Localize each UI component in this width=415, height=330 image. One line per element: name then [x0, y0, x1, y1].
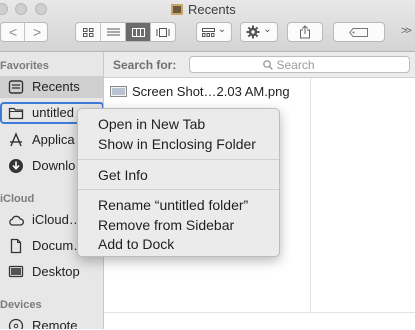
sidebar-item-label: untitled: [32, 105, 74, 120]
menu-item-open-in-new-tab[interactable]: Open in New Tab: [98, 116, 205, 132]
window-toolbar: Recents < > ⌄ ⌄ >>: [0, 0, 415, 52]
chevron-down-icon: ⌄: [263, 24, 272, 35]
documents-icon: [10, 238, 22, 254]
sidebar-item-label: iCloud…: [32, 212, 82, 227]
folder-icon: [8, 107, 24, 120]
menu-item-rename[interactable]: Rename “untitled folder”: [98, 197, 248, 213]
sidebar-item-label: Applica: [32, 132, 75, 147]
back-button[interactable]: <: [9, 24, 17, 40]
recents-icon: [8, 80, 24, 94]
gear-icon: [246, 25, 260, 39]
column-divider[interactable]: [310, 78, 311, 329]
chevron-down-icon: ⌄: [217, 24, 227, 35]
forward-button[interactable]: >: [33, 24, 41, 40]
downloads-icon: [9, 159, 23, 173]
sidebar-item-label: Recents: [32, 79, 80, 94]
minimize-window-button[interactable]: [15, 3, 27, 15]
navigation-group: < >: [0, 22, 48, 42]
sidebar-heading-devices: Devices: [0, 299, 42, 311]
sidebar-heading-favorites: Favorites: [0, 60, 49, 72]
sidebar-item-desktop[interactable]: Desktop: [0, 261, 103, 283]
search-input[interactable]: [276, 57, 337, 72]
zoom-window-button[interactable]: [35, 3, 47, 15]
menu-item-get-info[interactable]: Get Info: [98, 167, 148, 183]
tags-button[interactable]: [333, 22, 385, 42]
desktop-icon: [8, 265, 24, 278]
icon-view-button[interactable]: [76, 23, 101, 41]
image-file-icon: [110, 86, 127, 97]
column-view-button[interactable]: [126, 23, 151, 41]
search-field[interactable]: [189, 56, 410, 73]
list-view-button[interactable]: [101, 23, 126, 41]
sidebar-heading-icloud: iCloud: [0, 193, 35, 205]
list-view-icon: [106, 28, 120, 35]
sidebar-item-remote-disc[interactable]: Remote: [0, 315, 103, 329]
column-view-icon: [131, 27, 145, 37]
remote-disc-icon: [8, 318, 24, 329]
search-for-label: Search for:: [113, 58, 177, 72]
sidebar-item-recents[interactable]: Recents: [0, 76, 103, 98]
group-icon: [201, 27, 215, 37]
view-mode-control: [75, 22, 176, 42]
close-window-button[interactable]: [0, 3, 8, 15]
share-icon: [300, 25, 310, 39]
gallery-view-icon: [156, 27, 170, 37]
sidebar-context-menu: Open in New Tab Show in Enclosing Folder…: [77, 108, 280, 257]
sidebar-item-label: Desktop: [32, 264, 80, 279]
menu-separator: [78, 159, 279, 160]
icloud-drive-icon: [9, 215, 24, 226]
nav-divider: [24, 23, 25, 41]
menu-item-add-to-dock[interactable]: Add to Dock: [98, 236, 174, 252]
search-icon: [262, 59, 273, 70]
group-by-dropdown[interactable]: ⌄: [196, 22, 232, 42]
recents-folder-icon: [170, 3, 184, 16]
window-title-text: Recents: [188, 1, 236, 17]
menu-item-remove-from-sidebar[interactable]: Remove from Sidebar: [98, 217, 234, 233]
path-bar: [104, 312, 415, 330]
sidebar-item-label: Downlo: [32, 158, 76, 173]
action-menu-button[interactable]: ⌄: [240, 22, 278, 42]
gallery-view-button[interactable]: [151, 23, 175, 41]
tag-icon: [349, 27, 368, 37]
menu-item-show-in-enclosing-folder[interactable]: Show in Enclosing Folder: [98, 136, 256, 152]
share-button[interactable]: [287, 22, 323, 42]
search-scope-bar: Search for:: [104, 52, 415, 78]
applications-icon: [10, 132, 22, 147]
toolbar-overflow-button[interactable]: >>: [401, 25, 412, 37]
icon-view-icon: [82, 27, 93, 37]
file-name: Screen Shot…2.03 AM.png: [132, 84, 290, 99]
sidebar-item-label: Remote: [32, 318, 78, 329]
menu-separator: [78, 189, 279, 190]
window-title: Recents: [170, 1, 236, 17]
